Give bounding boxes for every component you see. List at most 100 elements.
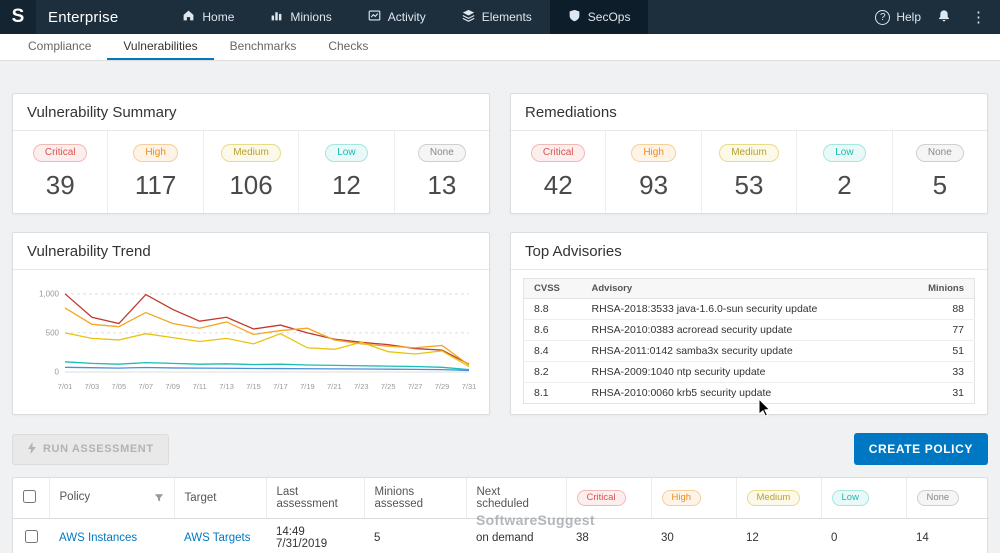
main-content: Vulnerability Summary Critical 39 High 1… [0,61,1000,553]
tab-vulnerabilities[interactable]: Vulnerabilities [107,34,214,60]
svg-text:7/27: 7/27 [408,382,423,391]
severity-pill-none: None [915,144,964,162]
select-all-checkbox[interactable] [23,490,36,503]
severity-pill-critical: Critical [530,144,586,162]
home-icon [182,9,195,25]
card-title: Vulnerability Trend [13,233,489,270]
advisory-row[interactable]: 8.6 RHSA-2010:0383 acroread security upd… [523,319,975,341]
column-header-advisory[interactable]: Advisory [581,278,913,299]
severity-pill-medium: Medium [221,144,281,162]
column-header-none[interactable]: None [905,478,989,519]
svg-text:7/01: 7/01 [58,382,73,391]
stat-value: 13 [427,170,457,200]
stat-critical: Critical 42 [511,131,607,213]
bar-chart-icon [270,9,283,25]
create-policy-button[interactable]: CREATE POLICY [853,433,988,465]
minions-count: 51 [912,340,975,362]
summary-stats: Critical 39 High 117 Medium 106 Low 12 N… [13,131,489,213]
severity-pill-low: Low [831,489,869,507]
help-icon: ? [875,9,891,25]
stat-value: 93 [639,170,669,200]
severity-pill-medium: Medium [746,489,801,507]
nav-item-label: Elements [481,10,532,24]
advisory-name: RHSA-2010:0383 acroread security update [581,319,913,341]
remediation-stats: Critical 42 High 93 Medium 53 Low 2 None… [511,131,987,213]
help-button[interactable]: ? Help [875,9,921,25]
vulnerability-trend-card: Vulnerability Trend 0 500 1,000 7/01 7/03 7/0… [12,232,490,415]
bell-icon [937,9,951,26]
notifications-button[interactable] [937,9,951,26]
column-header-policy[interactable]: Policy [48,478,174,519]
nav-item-label: Home [202,10,235,24]
none-count-cell: 14 [906,518,989,553]
run-assessment-button[interactable]: RUN ASSESSMENT [12,433,169,465]
column-header-minions-assessed[interactable]: Minions assessed [363,478,466,519]
column-header-cvss[interactable]: CVSS [523,278,582,299]
stat-medium: Medium 53 [702,131,798,213]
stat-value: 42 [543,170,573,200]
advisory-name: RHSA-2009:1040 ntp security update [581,361,913,383]
cvss-score: 8.6 [523,319,582,341]
overflow-menu-button[interactable]: ⋮ [967,8,990,26]
nav-item-minions[interactable]: Minions [252,0,349,34]
nav-item-activity[interactable]: Activity [350,0,444,34]
tab-checks[interactable]: Checks [312,34,384,60]
tab-benchmarks[interactable]: Benchmarks [214,34,313,60]
severity-pill-critical: Critical [32,144,88,162]
column-header-last-assessment[interactable]: Last assessment [265,478,364,519]
stat-critical: Critical 39 [13,131,109,213]
advisory-name: RHSA-2010:0060 krb5 security update [591,387,772,399]
column-header-target[interactable]: Target [173,478,266,519]
svg-text:7/11: 7/11 [193,382,207,391]
charts-row: Vulnerability Trend 0 500 1,000 7/01 7/03 7/0… [12,232,988,415]
column-header-high[interactable]: High [650,478,736,519]
brand-title: Enterprise [48,8,119,26]
cvss-score: 8.8 [523,298,582,320]
filter-icon[interactable] [154,493,164,506]
advisory-row[interactable]: 8.2 RHSA-2009:1040 ntp security update 3… [523,361,975,383]
trend-chart-svg: 0 500 1,000 7/01 7/03 7/05 7/07 7/09 7/11 7/13 7/1… [39,289,476,391]
minions-count: 31 [952,387,964,399]
layers-icon [462,9,475,25]
stat-medium: Medium 106 [204,131,300,213]
nav-item-secops[interactable]: SecOps [549,0,649,34]
nav-item-elements[interactable]: Elements [444,0,550,34]
severity-pill-low: Low [325,144,368,162]
svg-text:7/17: 7/17 [273,382,288,391]
stat-low: Low 12 [299,131,395,213]
saltstack-logo[interactable]: S [0,0,36,34]
svg-text:7/19: 7/19 [300,382,315,391]
column-header-next-scheduled[interactable]: Next scheduled [465,478,566,519]
medium-count-cell: 12 [736,518,821,553]
column-header-minions[interactable]: Minions [912,278,975,299]
policy-table-card: Policy Target Last assessment Minions as… [12,477,989,553]
svg-text:7/29: 7/29 [435,382,450,391]
nav-item-home[interactable]: Home [164,0,252,34]
target-link[interactable]: AWS Targets [184,532,250,544]
column-header-low[interactable]: Low [820,478,906,519]
tab-compliance[interactable]: Compliance [12,34,107,60]
stat-value: 12 [331,170,361,200]
row-checkbox[interactable] [24,530,38,543]
severity-pill-critical: Critical [576,489,626,507]
advisory-row[interactable]: 8.8 RHSA-2018:3533 java-1.6.0-sun securi… [523,298,975,320]
advisory-row[interactable]: 8.1 RHSA-2010:0060 krb5 security update … [524,383,975,404]
next-scheduled-cell: on demand [466,518,566,553]
svg-text:7/23: 7/23 [354,382,369,391]
nav-item-label: SecOps [587,10,631,24]
cvss-score: 8.4 [523,340,582,362]
column-header-critical[interactable]: Critical [565,478,651,519]
policy-row[interactable]: AWS Instances AWS Targets 14:49 7/31/201… [13,518,989,553]
stat-value: 39 [45,170,75,200]
lightning-icon [27,441,37,457]
column-header-medium[interactable]: Medium [735,478,821,519]
secops-tab-bar: Compliance Vulnerabilities Benchmarks Ch… [0,34,1000,61]
summary-cards-row: Vulnerability Summary Critical 39 High 1… [12,93,988,214]
run-assessment-label: RUN ASSESSMENT [43,443,154,455]
advisory-row[interactable]: 8.4 RHSA-2011:0142 samba3x security upda… [523,340,975,362]
primary-nav: Home Minions Activity Elements SecOps [164,0,649,34]
severity-pill-high: High [661,489,702,507]
policy-link[interactable]: AWS Instances [59,532,137,544]
svg-text:1,000: 1,000 [39,289,60,298]
stat-high: High 93 [606,131,702,213]
